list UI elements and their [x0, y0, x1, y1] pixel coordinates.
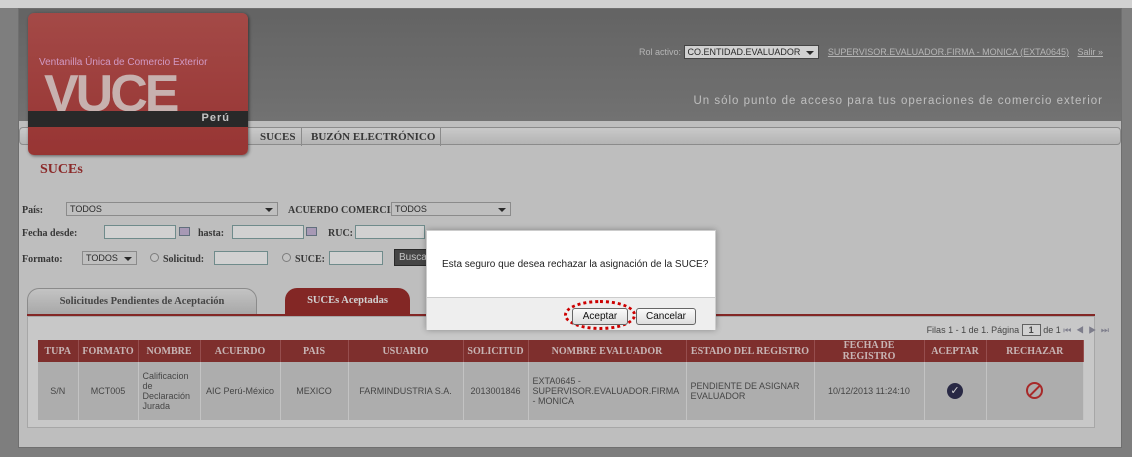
- dialog-footer: Aceptar Cancelar: [427, 297, 715, 330]
- confirm-dialog: Esta seguro que desea rechazar la asigna…: [426, 230, 716, 330]
- modal-overlay: [0, 0, 1132, 457]
- dialog-message: Esta seguro que desea rechazar la asigna…: [442, 259, 709, 270]
- cancel-button[interactable]: Cancelar: [636, 308, 696, 325]
- accept-button[interactable]: Aceptar: [572, 308, 628, 325]
